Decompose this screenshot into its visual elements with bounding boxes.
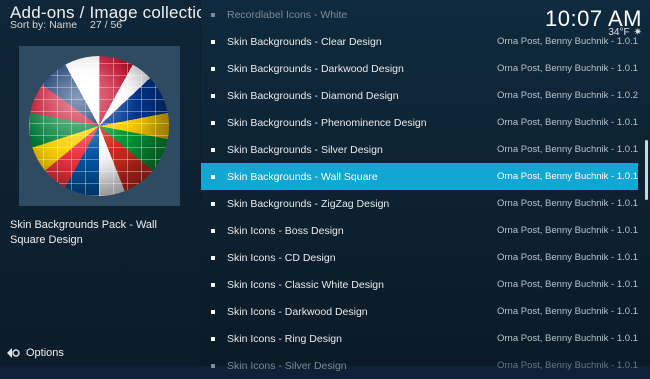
- list-item-name: Skin Icons - Boss Design: [227, 224, 344, 237]
- list-item[interactable]: Skin Backgrounds - Clear Design Orna Post…: [201, 28, 638, 55]
- sun-icon: ✷: [633, 27, 642, 38]
- bullet-icon: [211, 174, 215, 179]
- bullet-icon: [211, 147, 215, 152]
- list-item-name: Skin Backgrounds - Darkwood Design: [227, 62, 404, 75]
- bullet-icon: [211, 93, 215, 98]
- list-item[interactable]: Skin Icons - Darkwood Design Orna Post, B…: [201, 298, 638, 325]
- info-panel: Add-ons / Image collections Sort by: Nam…: [0, 0, 224, 366]
- list-item[interactable]: Skin Backgrounds - Phenominence Design Or…: [201, 109, 638, 136]
- list-item-author-version: Orna Post, Benny Buchnik - 1.0.1: [497, 63, 638, 74]
- list-item-author-version: Orna Post, Benny Buchnik - 1.0.1: [497, 171, 638, 182]
- bullet-icon: [211, 120, 215, 125]
- addon-description: Skin Backgrounds Pack - Wall Square Desi…: [10, 219, 157, 246]
- list-item-name: Skin Backgrounds - Silver Design: [227, 143, 383, 156]
- list-item[interactable]: Skin Icons - CD Design Orna Post, Benny B…: [201, 244, 638, 271]
- list-item-author-version: Orna Post, Benny Buchnik - 1.0.1: [497, 144, 638, 155]
- list-item[interactable]: Skin Backgrounds - Diamond Design Orna Po…: [201, 82, 638, 109]
- list-item[interactable]: Skin Backgrounds - ZigZag Design Orna Pos…: [201, 190, 638, 217]
- list-position: 27 / 56: [90, 19, 123, 31]
- list-item-name: Skin Icons - Classic White Design: [227, 278, 384, 291]
- list-item-name: Skin Icons - Darkwood Design: [227, 305, 368, 318]
- list-item-author-version: Orna Post, Benny Buchnik - 1.0.2: [497, 90, 638, 101]
- sort-info: Sort by: Name 27 / 56: [10, 19, 132, 31]
- temperature: 34°F: [608, 27, 630, 38]
- bullet-icon: [211, 282, 215, 287]
- sort-label[interactable]: Sort by: Name: [10, 19, 77, 31]
- list-item[interactable]: Skin Icons - Ring Design Orna Post, Benny…: [201, 325, 638, 352]
- bullet-icon: [211, 12, 215, 17]
- list-scrollbar[interactable]: [645, 140, 648, 200]
- options-menu-icon: [7, 348, 20, 358]
- addon-list[interactable]: Recordlabel Icons - White Skin Background…: [201, 0, 650, 372]
- list-item-name: Skin Backgrounds - Clear Design: [227, 35, 382, 48]
- options-button[interactable]: Options: [6, 346, 64, 360]
- list-item-author-version: Orna Post, Benny Buchnik - 1.0.1: [497, 333, 638, 344]
- list-item[interactable]: Skin Backgrounds - Wall Square Orna Post,…: [201, 163, 638, 190]
- list-item-author-version: Orna Post, Benny Buchnik - 1.0.1: [497, 306, 638, 317]
- list-item-author-version: Orna Post, Benny Buchnik - 1.0.1: [497, 117, 638, 128]
- list-item[interactable]: Skin Backgrounds - Silver Design Orna Pos…: [201, 136, 638, 163]
- bullet-icon: [211, 309, 215, 314]
- bullet-icon: [211, 255, 215, 260]
- bullet-icon: [211, 201, 215, 206]
- list-item-name: Skin Icons - CD Design: [227, 251, 336, 264]
- bullet-icon: [211, 228, 215, 233]
- list-item-name: Skin Icons - Ring Design: [227, 332, 342, 345]
- weather-info: 34°F ✷: [608, 27, 642, 38]
- addon-thumbnail: [19, 46, 180, 206]
- list-item-author-version: Orna Post, Benny Buchnik - 1.0.1: [497, 225, 638, 236]
- bullet-icon: [211, 39, 215, 44]
- list-item-name: Skin Backgrounds - Phenominence Design: [227, 116, 427, 129]
- list-item-name: Skin Backgrounds - Diamond Design: [227, 89, 399, 102]
- list-item-author-version: Orna Post, Benny Buchnik - 1.0.1: [497, 198, 638, 209]
- list-item-author-version: Orna Post, Benny Buchnik - 1.0.1: [497, 252, 638, 263]
- flag-globe-image: [29, 56, 169, 196]
- list-item[interactable]: Skin Icons - Classic White Design Orna Po…: [201, 271, 638, 298]
- bullet-icon: [211, 66, 215, 71]
- options-label: Options: [26, 347, 64, 359]
- list-item[interactable]: Skin Icons - Boss Design Orna Post, Benny…: [201, 217, 638, 244]
- list-item-name: Skin Backgrounds - ZigZag Design: [227, 197, 390, 210]
- list-item-author-version: Orna Post, Benny Buchnik - 1.0.1: [497, 279, 638, 290]
- list-item[interactable]: Skin Backgrounds - Darkwood Design Orna P…: [201, 55, 638, 82]
- list-item-name: Skin Backgrounds - Wall Square: [227, 170, 378, 183]
- bullet-icon: [211, 336, 215, 341]
